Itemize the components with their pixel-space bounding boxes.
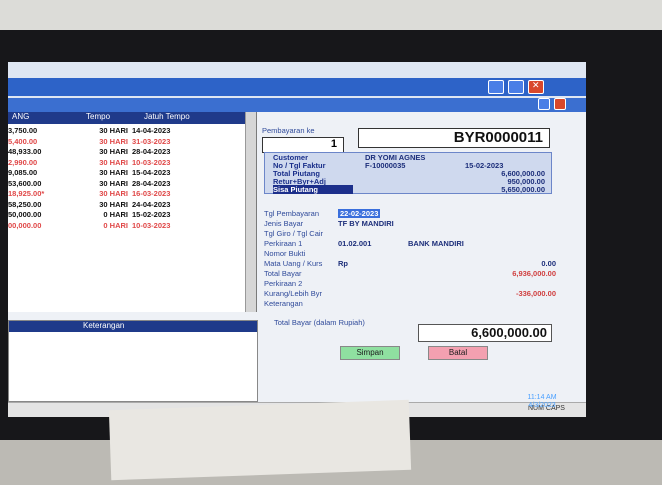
table-row[interactable]: 00,000.00 0 HARI 10-03-2023 [8, 221, 256, 232]
row-tempo: 0 HARI [103, 210, 128, 219]
doc-number-field: BYR0000011 [358, 128, 550, 148]
perkiraan1-label: Perkiraan 1 [264, 239, 303, 248]
row-tempo: 0 HARI [103, 220, 128, 230]
minimize-button[interactable] [488, 80, 504, 94]
table-row[interactable]: 48,933.00 30 HARI 28-04-2023 [8, 147, 256, 158]
table-row[interactable]: 53,600.00 30 HARI 28-04-2023 [8, 179, 256, 190]
perkiraan1-name: BANK MANDIRI [408, 239, 464, 248]
nomor-bukti-label: Nomor Bukti [264, 249, 306, 258]
row-amount: 58,250.00 [8, 199, 42, 209]
table-row[interactable]: 18,925.00* 30 HARI 16-03-2023 [8, 189, 256, 200]
table-row[interactable]: 9,085.00 30 HARI 15-04-2023 [8, 168, 256, 179]
inner-close-button[interactable] [554, 98, 566, 110]
col-header-amount: ANG [12, 112, 30, 121]
keterangan-panel[interactable]: Keterangan [8, 320, 258, 402]
inner-window-bar [8, 98, 586, 112]
row-amount: 18,925.00* [8, 189, 45, 198]
row-amount: 5,400.00 [8, 136, 38, 146]
row-amount: 50,000.00 [8, 210, 42, 219]
row-due-date: 15-04-2023 [132, 168, 171, 177]
perkiraan1-code[interactable]: 01.02.001 [338, 239, 371, 248]
monitor-screen: ✕ ANG Tempo Jatuh Tempo 3,750.00 30 HARI 1… [8, 62, 586, 417]
row-tempo: 30 HARI [99, 189, 128, 198]
row-amount: 48,933.00 [8, 147, 42, 156]
tgl-faktur-value: 15-02-2023 [465, 161, 504, 170]
table-row[interactable]: 3,750.00 30 HARI 14-04-2023 [8, 126, 256, 137]
window-titlebar: ✕ [8, 78, 586, 96]
mata-uang-label: Mata Uang / Kurs [264, 259, 323, 268]
row-due-date: 15-02-2023 [132, 210, 171, 219]
col-header-due: Jatuh Tempo [144, 112, 190, 121]
keterangan-label: Keterangan [264, 299, 303, 308]
total-rupiah-value: 6,600,000.00 [471, 325, 547, 340]
mata-uang-field[interactable]: Rp [338, 259, 348, 268]
maximize-button[interactable] [508, 80, 524, 94]
row-amount: 3,750.00 [8, 126, 38, 135]
sisa-piutang-value: 5,650,000.00 [501, 185, 545, 194]
row-due-date: 16-03-2023 [132, 189, 171, 198]
total-bayar-field[interactable]: 6,936,000.00 [512, 269, 556, 278]
row-due-date: 14-04-2023 [132, 126, 171, 135]
row-tempo: 30 HARI [99, 147, 128, 156]
row-tempo: 30 HARI [99, 126, 128, 135]
sticky-note [108, 399, 412, 481]
no-faktur-value: F-10000035 [365, 161, 406, 170]
col-header-tempo: Tempo [86, 112, 111, 121]
kurs-field[interactable]: 0.00 [541, 259, 556, 268]
row-due-date: 31-03-2023 [132, 136, 171, 146]
row-due-date: 28-04-2023 [132, 147, 171, 156]
close-button[interactable]: ✕ [528, 80, 544, 94]
row-amount: 9,085.00 [8, 168, 38, 177]
tgl-pembayaran-label: Tgl Pembayaran [264, 209, 320, 218]
kurang-lebih-value: -336,000.00 [515, 289, 556, 298]
keterangan-header: Keterangan [9, 321, 257, 332]
batal-button[interactable]: Batal [428, 346, 488, 360]
tgl-pembayaran-field[interactable]: 22-02-2023 [338, 209, 381, 218]
row-tempo: 30 HARI [99, 168, 128, 177]
row-due-date: 24-04-2023 [132, 199, 171, 209]
pembayaran-ke-label: Pembayaran ke [262, 126, 315, 135]
jenis-bayar-field[interactable]: TF BY MANDIRI [338, 219, 394, 228]
perkiraan2-label: Perkiraan 2 [264, 279, 303, 288]
row-tempo: 30 HARI [99, 199, 128, 209]
table-row[interactable]: 5,400.00 30 HARI 31-03-2023 [8, 137, 256, 148]
total-bayar-label: Total Bayar [264, 269, 302, 278]
table-row[interactable]: 50,000.00 0 HARI 15-02-2023 [8, 210, 256, 221]
kurang-lebih-label: Kurang/Lebih Byr [264, 289, 322, 298]
list-scrollbar[interactable] [245, 112, 256, 312]
row-tempo: 30 HARI [99, 157, 128, 167]
row-due-date: 10-03-2023 [132, 220, 171, 230]
tgl-giro-label: Tgl Giro / Tgl Cair [264, 229, 324, 238]
row-tempo: 30 HARI [99, 136, 128, 146]
pembayaran-ke-field[interactable]: 1 [262, 137, 344, 153]
sisa-piutang-label: Sisa Piutang [273, 185, 353, 194]
close-icon: ✕ [532, 80, 540, 90]
customer-info-box: Customer No / Tgl Faktur Total Piutang R… [264, 152, 552, 194]
receivables-list[interactable]: ANG Tempo Jatuh Tempo 3,750.00 30 HARI 14-… [8, 112, 257, 312]
row-due-date: 10-03-2023 [132, 157, 171, 167]
row-tempo: 30 HARI [99, 178, 128, 188]
row-amount: 2,990.00 [8, 157, 38, 167]
clock-date: 4/3/2023 [528, 402, 556, 409]
inner-minimize-button[interactable] [538, 98, 550, 110]
jenis-bayar-label: Jenis Bayar [264, 219, 304, 228]
total-rupiah-field: 6,600,000.00 [418, 324, 552, 342]
doc-number: BYR0000011 [453, 129, 543, 146]
row-amount: 00,000.00 [8, 220, 42, 230]
taskbar-clock[interactable]: 11:14 AM 4/3/2023 [516, 394, 568, 412]
pembayaran-ke-value: 1 [330, 138, 337, 150]
row-amount: 53,600.00 [8, 178, 42, 188]
total-rupiah-label: Total Bayar (dalam Rupiah) [274, 318, 365, 327]
list-header: ANG Tempo Jatuh Tempo [8, 112, 256, 124]
clock-time: 11:14 AM [527, 394, 557, 401]
payment-form: Pembayaran ke 1 BYR0000011 Customer No /… [258, 112, 586, 402]
table-row[interactable]: 58,250.00 30 HARI 24-04-2023 [8, 200, 256, 211]
table-row[interactable]: 2,990.00 30 HARI 10-03-2023 [8, 158, 256, 169]
simpan-button[interactable]: Simpan [340, 346, 400, 360]
row-due-date: 28-04-2023 [132, 178, 171, 188]
list-rows: 3,750.00 30 HARI 14-04-2023 5,400.00 30 HARI… [8, 124, 256, 231]
